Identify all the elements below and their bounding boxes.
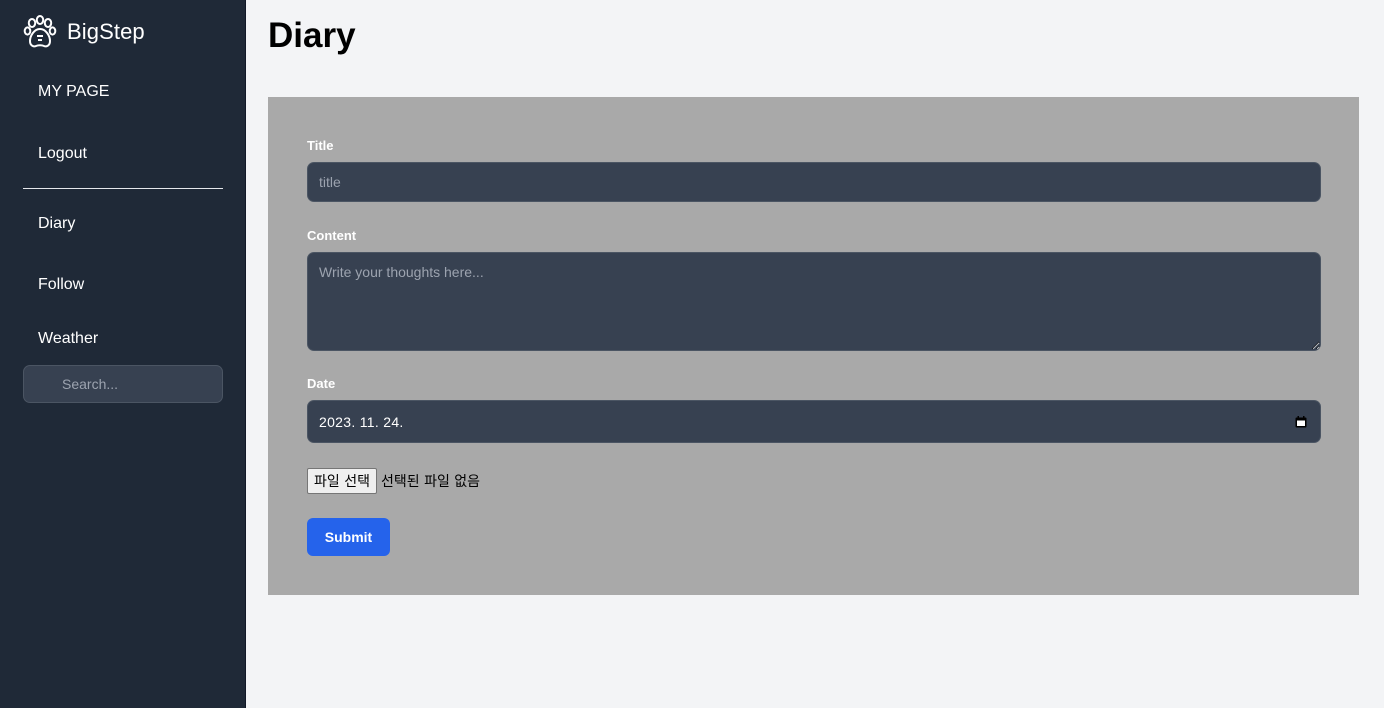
submit-button[interactable]: Submit [307, 518, 390, 556]
sidebar: BigStep MY PAGE Logout Diary Follow Weat… [0, 0, 246, 708]
choose-file-button[interactable]: 파일 선택 [307, 468, 377, 494]
sidebar-item-weather[interactable]: Weather [38, 330, 98, 348]
app: BigStep MY PAGE Logout Diary Follow Weat… [0, 0, 1384, 708]
date-value: 2023. 11. 24. [319, 413, 404, 430]
brand[interactable]: BigStep [23, 14, 145, 50]
sidebar-item-logout[interactable]: Logout [38, 145, 87, 163]
content-textarea[interactable] [307, 252, 1321, 351]
title-label: Title [307, 138, 334, 153]
calendar-icon[interactable] [1295, 415, 1307, 428]
file-upload: 파일 선택 선택된 파일 없음 [307, 468, 480, 494]
search-input[interactable] [24, 366, 222, 402]
title-input[interactable] [307, 162, 1321, 202]
file-status: 선택된 파일 없음 [380, 474, 481, 490]
date-label: Date [307, 376, 336, 391]
page-title: Diary [268, 16, 356, 55]
sidebar-divider [23, 188, 223, 189]
date-input[interactable]: 2023. 11. 24. [307, 400, 1321, 443]
sidebar-item-follow[interactable]: Follow [38, 276, 84, 294]
content-label: Content [307, 228, 357, 243]
sidebar-item-my-page[interactable]: MY PAGE [38, 83, 109, 101]
paw-icon [23, 15, 57, 48]
diary-form: Title Content Date 2023. 11. 24. 파일 선택 선… [268, 97, 1359, 595]
sidebar-search [23, 365, 223, 403]
brand-name: BigStep [67, 19, 145, 44]
sidebar-item-diary[interactable]: Diary [38, 215, 75, 233]
